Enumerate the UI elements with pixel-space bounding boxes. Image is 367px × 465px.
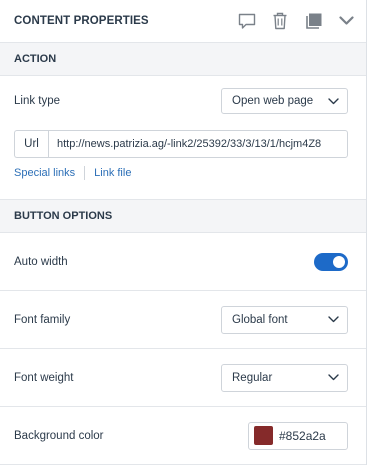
link-type-select[interactable]: Open web page [221,88,348,114]
link-type-value: Open web page [232,95,314,107]
auto-width-label: Auto width [14,255,68,268]
font-weight-value: Regular [232,371,273,384]
font-family-value: Global font [232,313,288,326]
comment-icon[interactable] [237,11,257,31]
font-weight-row: Font weight Regular [0,349,366,407]
chevron-down-icon [328,316,339,323]
toggle-knob [333,255,345,268]
duplicate-icon[interactable] [303,11,323,31]
special-links-link[interactable]: Special links [14,167,75,179]
url-prefix-label: Url [14,130,48,158]
url-field-group: Url [14,130,348,158]
link-options: Special links Link file [14,166,131,180]
content-properties-panel: CONTENT PROPERTIES ACTION Link type Open… [0,0,367,465]
background-color-picker[interactable]: #852a2a [248,421,348,450]
header-actions [237,11,356,31]
auto-width-toggle[interactable] [314,252,348,271]
action-section: Link type Open web page Url Special link… [0,76,366,200]
background-color-row: Background color #852a2a [0,407,366,465]
link-type-label: Link type [14,95,61,107]
button-options-section-header: BUTTON OPTIONS [0,200,366,233]
chevron-down-icon[interactable] [336,11,356,31]
font-weight-select[interactable]: Regular [221,363,348,392]
font-family-select[interactable]: Global font [221,305,348,334]
chevron-down-icon [328,374,339,381]
url-input[interactable] [48,130,348,158]
auto-width-row: Auto width [0,233,366,291]
background-color-label: Background color [14,429,104,442]
link-file-link[interactable]: Link file [94,167,131,179]
panel-header: CONTENT PROPERTIES [0,0,366,43]
color-swatch [254,426,273,445]
link-divider [84,166,86,180]
panel-title: CONTENT PROPERTIES [14,15,149,27]
font-family-row: Font family Global font [0,291,366,349]
background-color-value: #852a2a [279,428,326,443]
font-family-label: Font family [14,313,71,326]
link-type-row: Link type Open web page [14,88,348,114]
font-weight-label: Font weight [14,371,74,384]
action-section-header: ACTION [0,43,366,76]
chevron-down-icon [328,97,339,104]
trash-icon[interactable] [270,11,290,31]
